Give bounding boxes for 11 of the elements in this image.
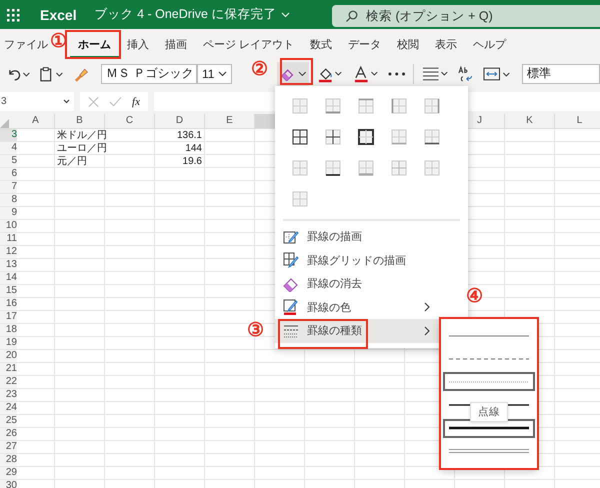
cell-number: 144 — [185, 142, 203, 154]
cell-number: 19.6 — [182, 156, 203, 166]
step-number: ③ — [247, 321, 264, 341]
step-number: ② — [251, 60, 268, 80]
cell-text: ユーロ／円 — [56, 142, 107, 154]
cell-text: 米ドル／円 — [56, 130, 107, 140]
cell-number: 136.1 — [176, 130, 203, 140]
cell-text: 元／円 — [56, 156, 87, 166]
tooltip: 点線 — [470, 402, 508, 422]
step-number: ④ — [466, 287, 483, 307]
app-name: Excel — [40, 6, 77, 22]
